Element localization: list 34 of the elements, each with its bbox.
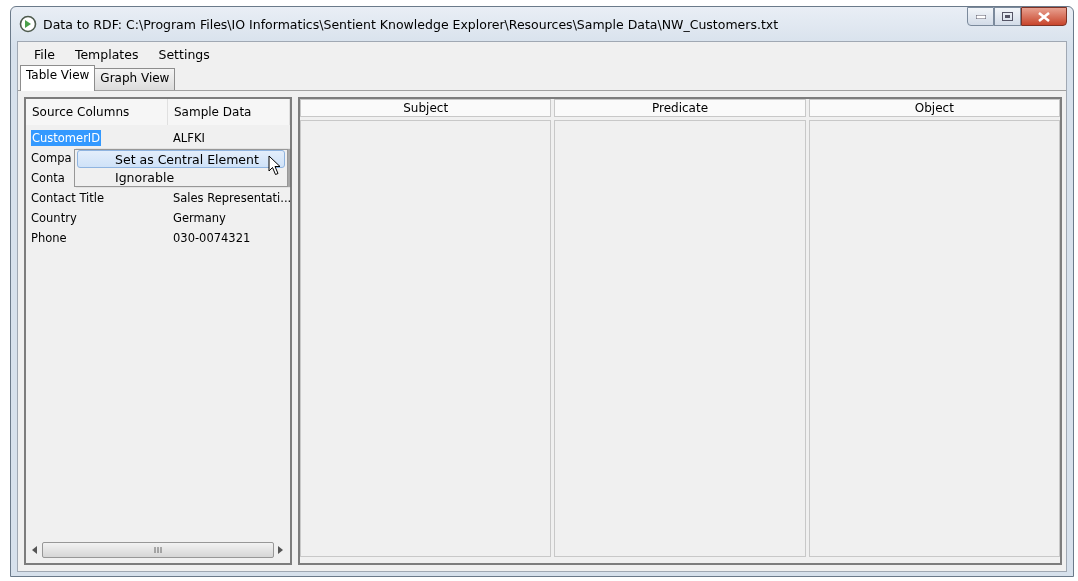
scrollbar-thumb[interactable] (42, 542, 274, 558)
column-header[interactable]: Object (808, 99, 1060, 117)
app-logo-icon (19, 15, 37, 33)
minimize-icon (975, 14, 986, 19)
menu-item[interactable]: Ignorable (77, 168, 285, 186)
source-column-name[interactable]: Phone (31, 231, 67, 245)
menu-item[interactable]: Templates (64, 46, 149, 62)
source-column-name[interactable]: Compa (31, 151, 72, 165)
maximize-icon (1002, 12, 1013, 21)
column-header[interactable]: Predicate (554, 99, 806, 117)
column-header[interactable]: Source Columns (26, 99, 168, 125)
sample-value: ALFKI (173, 131, 205, 145)
close-button[interactable] (1021, 7, 1067, 26)
source-column-name[interactable]: Conta (31, 171, 65, 185)
close-icon (1038, 11, 1050, 22)
maximize-button[interactable] (994, 7, 1021, 26)
menu-item[interactable]: Settings (148, 46, 220, 62)
menu-item[interactable]: Set as Central Element (77, 150, 285, 168)
minimize-button[interactable] (967, 7, 994, 26)
column-header[interactable]: Subject (300, 99, 552, 117)
grip-icon (154, 547, 162, 553)
sample-value: Germany (173, 211, 226, 225)
scroll-left-icon[interactable] (32, 546, 38, 554)
menu-item[interactable]: File (24, 46, 65, 62)
window-title: Data to RDF: C:\Program Files\IO Informatics\Sentient Knowledge Explorer\Resources\Sample Data\NW_Customers.txt (43, 16, 780, 32)
sample-value: 030-0074321 (173, 231, 251, 245)
source-column-name[interactable]: Country (31, 211, 77, 225)
source-column-name[interactable]: Contact Title (31, 191, 105, 205)
tab[interactable]: Table View (20, 65, 96, 91)
scroll-right-icon[interactable] (278, 546, 284, 554)
sample-value: Sales Representati... (173, 191, 292, 205)
tab[interactable]: Graph View (94, 68, 176, 90)
mouse-cursor-icon (268, 155, 282, 176)
column-header[interactable]: Sample Data (168, 99, 290, 125)
